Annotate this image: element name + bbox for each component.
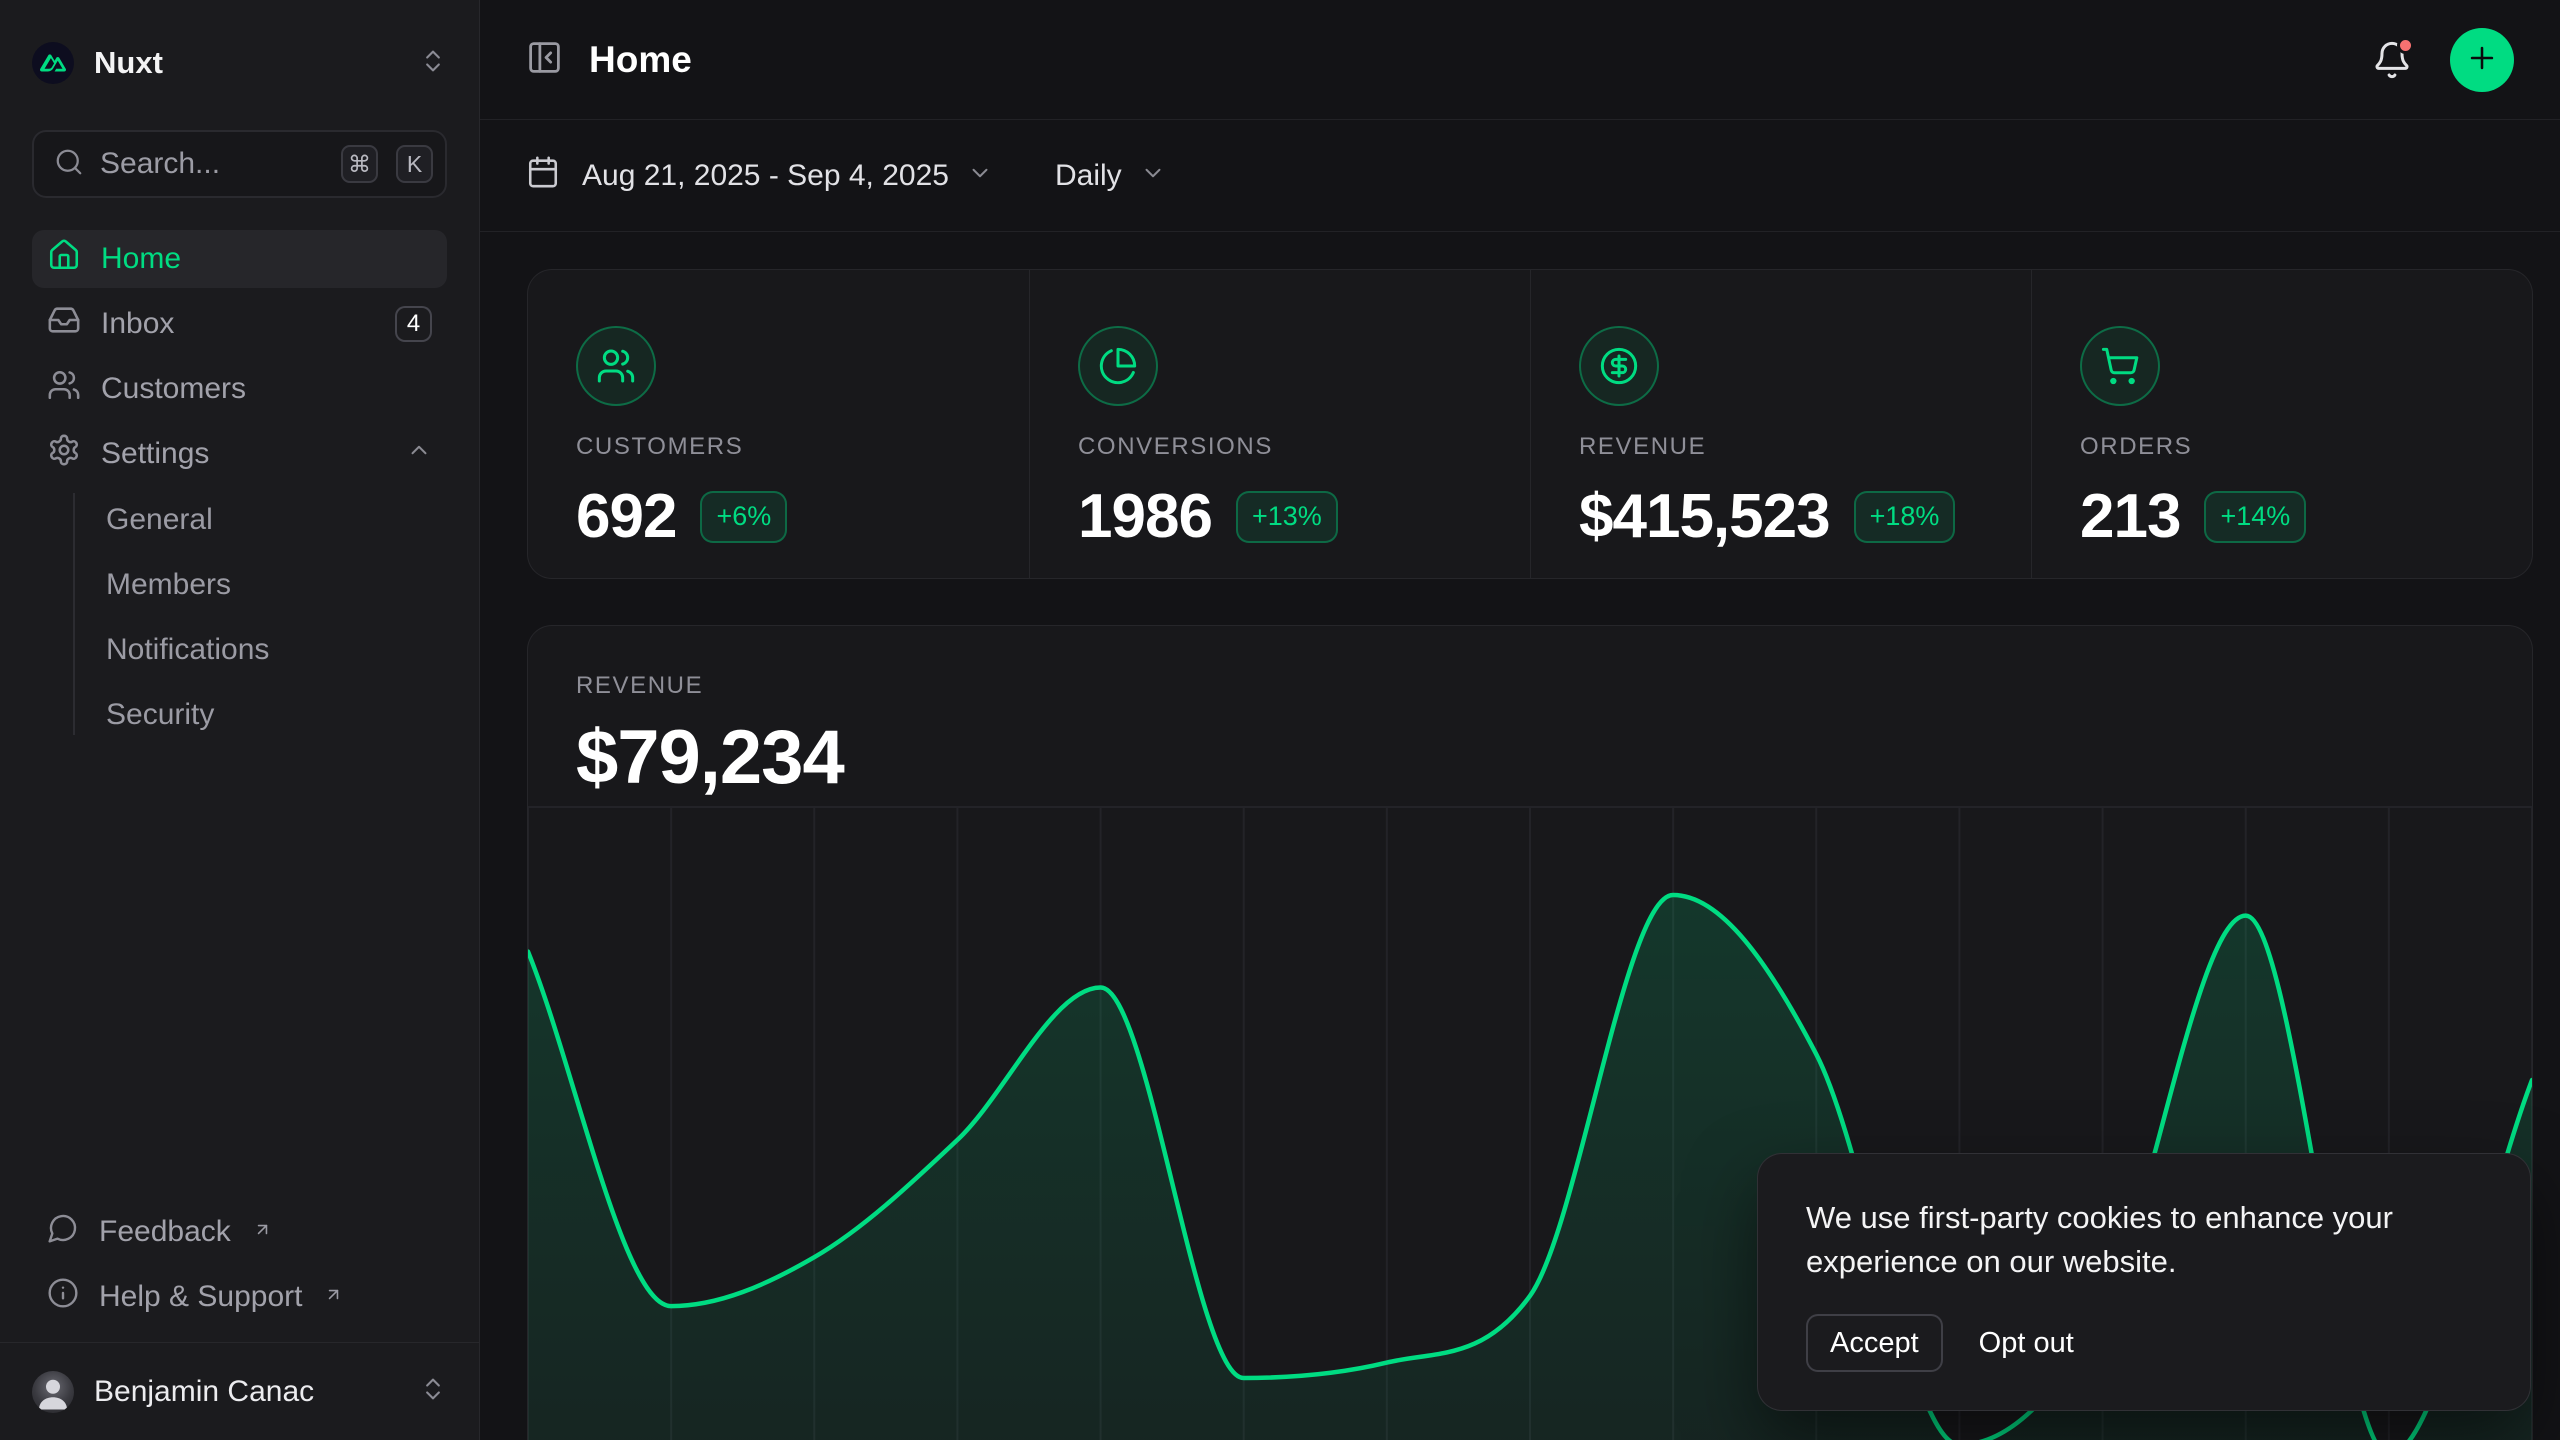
notification-dot — [2397, 37, 2414, 54]
sidebar-item-label: Settings — [101, 437, 209, 471]
users-icon — [47, 368, 81, 410]
sidebar-footer-nav: Feedback Help & Support — [0, 1203, 479, 1326]
sidebar-item-label: Help & Support — [99, 1280, 302, 1314]
stats-card: CUSTOMERS 692 +6% CONVERSIONS 1986 +13% REVENU… — [528, 270, 2532, 578]
revenue-chart-value: $79,234 — [576, 714, 844, 801]
stat-orders[interactable]: ORDERS 213 +14% — [2031, 270, 2532, 578]
stat-delta-badge: +13% — [1236, 491, 1338, 543]
stat-value: 1986 — [1078, 481, 1212, 552]
sidebar-subitem-label: Security — [106, 698, 214, 732]
cart-icon — [2080, 326, 2160, 406]
kbd-meta: ⌘ — [341, 145, 378, 183]
sidebar-item-feedback[interactable]: Feedback — [32, 1203, 447, 1261]
period-select[interactable]: Daily — [1055, 157, 1166, 194]
stat-label: CONVERSIONS — [1078, 433, 1482, 461]
cookie-actions: Accept Opt out — [1806, 1314, 2482, 1372]
stat-delta-badge: +6% — [700, 491, 787, 543]
calendar-icon — [526, 155, 560, 197]
pie-chart-icon — [1078, 326, 1158, 406]
add-button[interactable] — [2450, 28, 2514, 92]
cookie-toast: We use first-party cookies to enhance yo… — [1758, 1154, 2530, 1410]
stat-delta-badge: +18% — [1854, 491, 1956, 543]
search-input[interactable]: Search... ⌘ K — [32, 130, 447, 198]
circle-dollar-icon — [1579, 326, 1659, 406]
stat-label: ORDERS — [2080, 433, 2484, 461]
arrow-up-right-icon — [324, 1285, 343, 1304]
sidebar-subnav: General Members Notifications Security — [32, 487, 447, 747]
sidebar-item-customers[interactable]: Customers — [32, 360, 447, 418]
stat-label: CUSTOMERS — [576, 433, 981, 461]
chevron-up-icon[interactable] — [406, 437, 432, 471]
panel-collapse-icon[interactable] — [526, 39, 563, 81]
stat-customers[interactable]: CUSTOMERS 692 +6% — [528, 270, 1029, 578]
info-icon — [47, 1277, 79, 1317]
sidebar-subitem-label: Members — [106, 568, 231, 602]
house-icon — [47, 238, 81, 280]
arrow-up-right-icon — [253, 1220, 272, 1239]
sidebar-subitem-label: General — [106, 503, 213, 537]
stat-label: REVENUE — [1579, 433, 1983, 461]
search-icon — [54, 147, 84, 182]
sidebar-item-label: Inbox — [101, 307, 174, 341]
date-range-label: Aug 21, 2025 - Sep 4, 2025 — [582, 159, 949, 193]
sidebar-item-label: Home — [101, 242, 181, 276]
search-placeholder: Search... — [100, 147, 325, 181]
accept-button[interactable]: Accept — [1806, 1314, 1943, 1372]
sidebar-item-home[interactable]: Home — [32, 230, 447, 288]
stat-revenue[interactable]: REVENUE $415,523 +18% — [1530, 270, 2031, 578]
org-switcher[interactable]: Nuxt — [0, 0, 479, 126]
plus-icon — [2465, 41, 2499, 78]
stat-delta-badge: +14% — [2204, 491, 2306, 543]
sidebar-item-settings[interactable]: Settings — [32, 425, 447, 483]
inbox-count-badge: 4 — [395, 306, 432, 342]
sidebar-spacer — [0, 747, 479, 1203]
chevrons-up-down-icon — [419, 47, 447, 80]
users-icon — [576, 326, 656, 406]
stat-value: 692 — [576, 481, 676, 552]
sidebar-subitem-general[interactable]: General — [32, 487, 447, 552]
sidebar-nav: Home Inbox 4 Customers Settings — [0, 220, 479, 483]
user-menu[interactable]: Benjamin Canac — [0, 1343, 479, 1440]
page-header: Home — [480, 0, 2560, 120]
period-label: Daily — [1055, 159, 1122, 193]
sidebar-subitem-notifications[interactable]: Notifications — [32, 617, 447, 682]
sidebar-subitem-security[interactable]: Security — [32, 682, 447, 747]
message-circle-icon — [47, 1212, 79, 1252]
sidebar-item-label: Feedback — [99, 1215, 231, 1249]
sidebar-item-label: Customers — [101, 372, 246, 406]
header-actions — [2372, 28, 2514, 92]
chevrons-up-down-icon — [419, 1375, 447, 1408]
chevron-down-icon — [1140, 160, 1166, 194]
sidebar-subitem-members[interactable]: Members — [32, 552, 447, 617]
org-name: Nuxt — [94, 45, 399, 81]
sidebar: Nuxt Search... ⌘ K Home Inbox 4 Customers Se… — [0, 0, 480, 1440]
avatar — [32, 1371, 74, 1413]
date-range-picker[interactable]: Aug 21, 2025 - Sep 4, 2025 — [526, 155, 993, 197]
filters-toolbar: Aug 21, 2025 - Sep 4, 2025 Daily — [480, 120, 2560, 232]
optout-button[interactable]: Opt out — [1973, 1327, 2080, 1360]
notifications-button[interactable] — [2372, 40, 2412, 80]
nuxt-logo-icon — [32, 42, 74, 84]
chevron-down-icon — [967, 160, 993, 194]
inbox-icon — [47, 303, 81, 345]
sidebar-item-inbox[interactable]: Inbox 4 — [32, 295, 447, 353]
bell-icon — [2372, 67, 2412, 84]
cookie-message: We use first-party cookies to enhance yo… — [1806, 1196, 2482, 1284]
user-name: Benjamin Canac — [94, 1375, 399, 1409]
stat-conversions[interactable]: CONVERSIONS 1986 +13% — [1029, 270, 1530, 578]
page-title: Home — [589, 39, 692, 81]
stat-value: $415,523 — [1579, 481, 1830, 552]
revenue-chart-label: REVENUE — [576, 672, 703, 700]
sidebar-item-help-support[interactable]: Help & Support — [32, 1268, 447, 1326]
gear-icon — [47, 433, 81, 475]
stat-value: 213 — [2080, 481, 2180, 552]
kbd-k: K — [396, 145, 433, 183]
sidebar-subitem-label: Notifications — [106, 633, 269, 667]
